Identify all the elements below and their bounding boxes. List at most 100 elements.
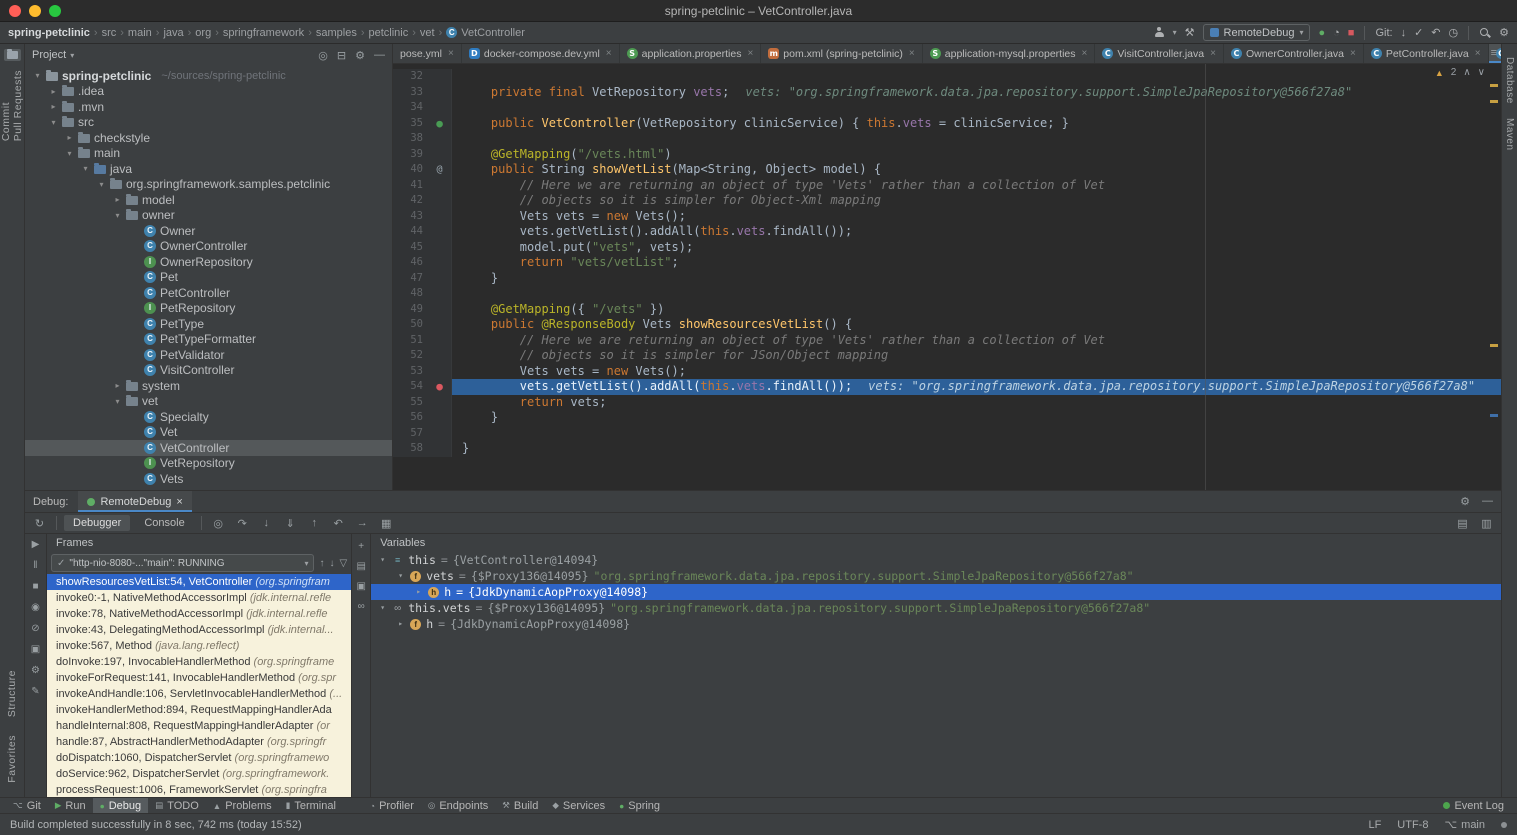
settings-gear-icon[interactable]: ⚙ [1460, 495, 1470, 508]
line-number[interactable]: 57 [393, 426, 428, 442]
tree-item[interactable]: PetTypeFormatter [25, 332, 392, 348]
stack-frame[interactable]: doInvoke:197, InvocableHandlerMethod (or… [47, 654, 351, 670]
gutter-icon[interactable] [428, 395, 452, 411]
stack-frame[interactable]: showResourcesVetList:54, VetController (… [47, 574, 351, 590]
line-number[interactable]: 43 [393, 209, 428, 225]
code-editor[interactable]: 32 33 private final VetRepository vets;v… [393, 64, 1501, 490]
breadcrumb-item[interactable]: main › [128, 27, 164, 39]
gutter-icon[interactable] [428, 333, 452, 349]
chevron-down-icon[interactable]: ▾ [70, 51, 74, 60]
tree-item[interactable]: PetType [25, 316, 392, 332]
tree-item[interactable]: PetController [25, 285, 392, 301]
stack-frame[interactable]: processRequest:1006, FrameworkServlet (o… [47, 782, 351, 797]
close-icon[interactable]: × [1475, 48, 1481, 59]
gutter-icon[interactable] [428, 178, 452, 194]
locate-file-icon[interactable]: ◎ [318, 49, 328, 62]
tab-console[interactable]: Console [135, 515, 193, 531]
code-line[interactable]: 39 @GetMapping("/vets.html") [393, 147, 1501, 163]
prev-problem-icon[interactable]: ∧ [1463, 67, 1470, 78]
gutter-icon[interactable] [428, 100, 452, 116]
tree-item[interactable]: ▾ owner [25, 208, 392, 224]
pause-icon[interactable]: ‖ [33, 560, 37, 572]
code-line[interactable]: 41 // Here we are returning an object of… [393, 178, 1501, 194]
line-number[interactable]: 38 [393, 131, 428, 147]
tool-window-button[interactable]: ▮ Terminal [279, 798, 343, 814]
scrollbar-warning-mark[interactable] [1490, 100, 1498, 103]
tree-item[interactable]: ▸ system [25, 378, 392, 394]
filter-frames-icon[interactable]: ▽ [339, 558, 347, 569]
scrollbar-caret-mark[interactable] [1490, 414, 1498, 417]
tree-expander-icon[interactable]: ▾ [113, 211, 122, 220]
tree-item[interactable]: Pet [25, 270, 392, 286]
line-number[interactable]: 49 [393, 302, 428, 318]
debug-session-tab[interactable]: RemoteDebug × [78, 491, 191, 512]
line-number[interactable]: 44 [393, 224, 428, 240]
gutter-icon[interactable]: ● [428, 379, 452, 395]
editor-tab[interactable]: docker-compose.dev.yml × [462, 44, 620, 63]
stack-frame[interactable]: invoke:567, Method (java.lang.reflect) [47, 638, 351, 654]
line-number[interactable]: 41 [393, 178, 428, 194]
force-step-into-icon[interactable]: ⇓ [281, 517, 300, 530]
gutter-icon[interactable] [428, 255, 452, 271]
code-line[interactable]: 45 model.put("vets", vets); [393, 240, 1501, 256]
tree-expander-icon[interactable]: ▸ [113, 381, 122, 390]
settings-gear-icon[interactable]: ⚙ [1499, 26, 1509, 40]
close-window-button[interactable] [9, 5, 21, 17]
gutter-icon[interactable] [428, 85, 452, 101]
close-icon[interactable]: × [176, 496, 182, 508]
code-line[interactable]: 51 // Here we are returning an object of… [393, 333, 1501, 349]
editor-tab[interactable]: OwnerController.java × [1224, 44, 1364, 63]
tree-item[interactable]: ▾ src [25, 115, 392, 131]
close-icon[interactable]: × [1350, 48, 1356, 59]
line-number[interactable]: 55 [393, 395, 428, 411]
tool-window-button[interactable]: ● Spring [612, 798, 667, 814]
gutter-icon[interactable] [428, 224, 452, 240]
tree-expander-icon[interactable]: ▾ [49, 118, 58, 127]
stack-frame[interactable]: invoke:43, DelegatingMethodAccessorImpl … [47, 622, 351, 638]
tree-expander-icon[interactable]: ▾ [65, 149, 74, 158]
tree-expander-icon[interactable]: ▾ [81, 164, 90, 173]
line-number[interactable]: 53 [393, 364, 428, 380]
variable-row[interactable]: ▾ ∞ this.vets = {$Proxy136@14095} "org.s… [371, 600, 1501, 616]
stack-frame[interactable]: handleInternal:808, RequestMappingHandle… [47, 718, 351, 734]
gutter-icon[interactable] [428, 240, 452, 256]
code-line[interactable]: 48 [393, 286, 1501, 302]
mute-breakpoints-icon[interactable]: ⊘ [31, 623, 39, 635]
code-line[interactable]: 32 [393, 69, 1501, 85]
line-number[interactable]: 40 [393, 162, 428, 178]
vcs-rollback-icon[interactable]: ↶ [1431, 26, 1440, 40]
tool-window-button[interactable]: ◎ Endpoints [421, 798, 495, 814]
tree-expander-icon[interactable]: ▸ [49, 87, 58, 96]
tree-item[interactable]: ▾ java [25, 161, 392, 177]
code-line[interactable]: 54 ● vets.getVetList().addAll(this.vets.… [393, 379, 1501, 395]
tool-window-button[interactable]: ⚒ Build [495, 798, 545, 814]
tool-window-button[interactable]: Favorites [6, 735, 18, 783]
line-number[interactable]: 42 [393, 193, 428, 209]
profiler-icon[interactable]: ◔ [1333, 26, 1340, 40]
thread-selector[interactable]: ✓ "http-nio-8080-..."main": RUNNING ▾ [51, 554, 314, 572]
line-number[interactable]: 33 [393, 85, 428, 101]
event-log-button[interactable]: Event Log [1436, 798, 1511, 814]
line-number[interactable]: 32 [393, 69, 428, 85]
gutter-icon[interactable] [428, 286, 452, 302]
add-watch-icon[interactable]: + [358, 541, 364, 552]
code-line[interactable]: 40 @ public String showVetList(Map<Strin… [393, 162, 1501, 178]
show-execution-point-icon[interactable]: ◎ [209, 517, 228, 530]
code-line[interactable]: 46 return "vets/vetList"; [393, 255, 1501, 271]
tree-item[interactable]: VetController [25, 440, 392, 456]
scrollbar-warning-mark[interactable] [1490, 84, 1498, 87]
tree-item[interactable]: ▸ model [25, 192, 392, 208]
tree-item[interactable]: VetRepository [25, 456, 392, 472]
close-icon[interactable]: × [448, 48, 454, 59]
layout-icon[interactable]: ▤ [356, 561, 365, 572]
resume-icon[interactable]: ▶ [32, 539, 40, 551]
tool-window-button[interactable]: Pull Requests [12, 70, 24, 141]
search-icon[interactable] [1479, 27, 1491, 39]
code-line[interactable]: 43 Vets vets = new Vets(); [393, 209, 1501, 225]
gutter-icon[interactable] [428, 302, 452, 318]
breadcrumb-item[interactable]: vet › [420, 27, 446, 39]
breadcrumb-item[interactable]: springframework › [223, 27, 316, 39]
tree-item[interactable]: OwnerRepository [25, 254, 392, 270]
vcs-history-icon[interactable]: ◷ [1449, 26, 1459, 40]
code-line[interactable]: 52 // objects so it is simpler for JSon/… [393, 348, 1501, 364]
